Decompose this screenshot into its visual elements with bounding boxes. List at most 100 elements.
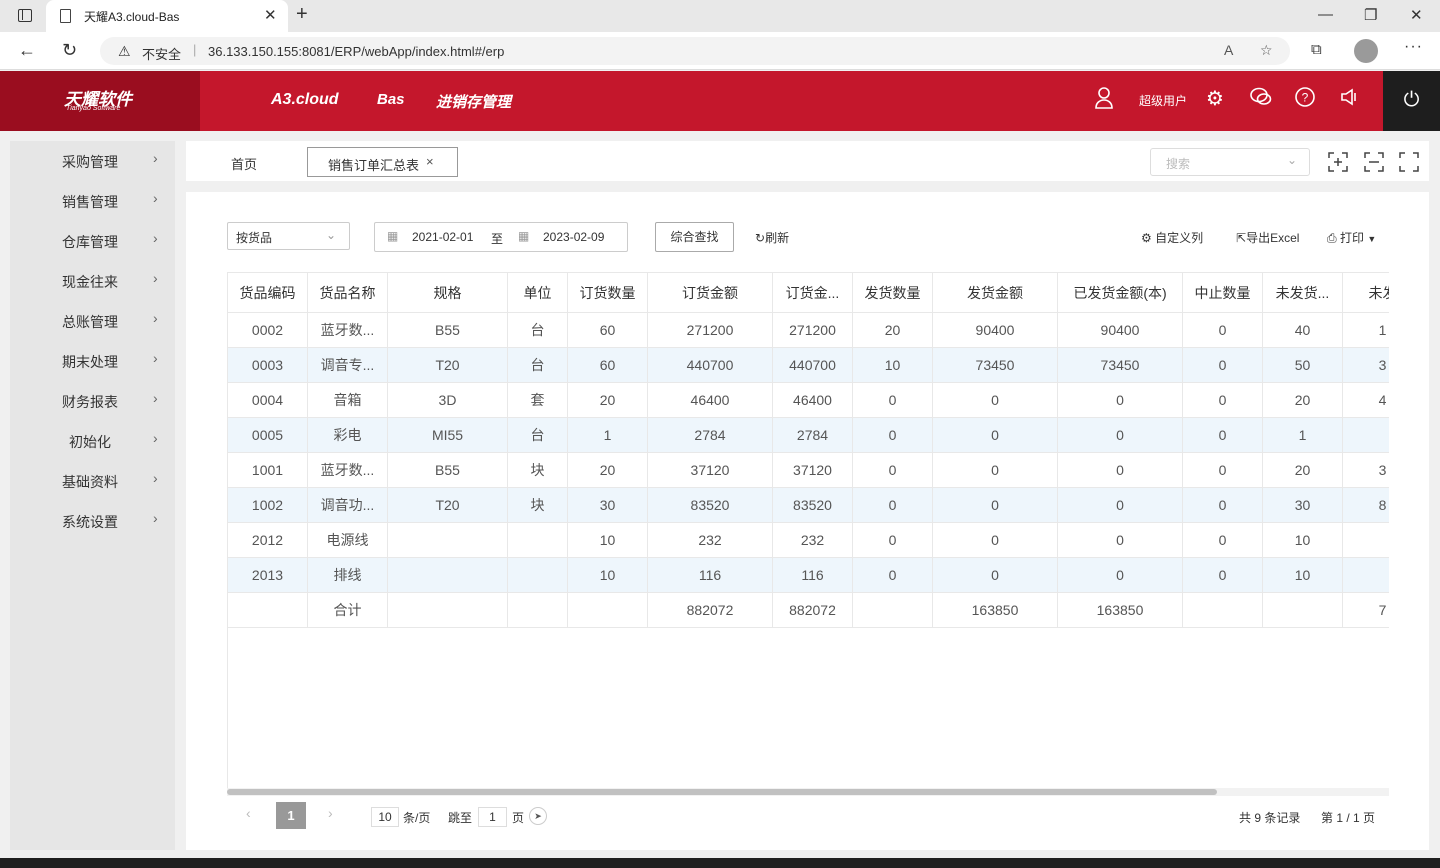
reload-icon[interactable]: ↻ — [62, 40, 77, 61]
more-menu-icon[interactable]: ··· — [1404, 38, 1423, 56]
read-aloud-icon[interactable]: A — [1224, 42, 1233, 58]
date-range-picker[interactable]: ▦ 2021-02-01 至 ▦ 2023-02-09 — [374, 222, 628, 252]
collections-icon[interactable]: ⧉ — [1311, 41, 1322, 58]
table-cell: 电源线 — [308, 523, 388, 557]
column-header[interactable]: 规格 — [388, 273, 508, 312]
table-cell: 0 — [1183, 558, 1263, 592]
table-cell: 0 — [1183, 453, 1263, 487]
insecure-label[interactable]: 不安全 — [142, 44, 181, 63]
chat-icon[interactable] — [1250, 87, 1272, 113]
table-cell: 调音专... — [308, 348, 388, 382]
minimize-icon[interactable]: — — [1318, 6, 1333, 23]
custom-columns-button[interactable]: ⚙ 自定义列 — [1141, 229, 1203, 246]
column-header[interactable]: 单位 — [508, 273, 568, 312]
svg-text:?: ? — [1302, 91, 1309, 105]
horizontal-scrollbar[interactable] — [227, 788, 1389, 796]
table-cell: T20 — [388, 348, 508, 382]
print-button[interactable]: ⎙ 打印 ▼ — [1327, 229, 1376, 246]
table-cell: 0 — [933, 488, 1058, 522]
close-icon[interactable]: × — [426, 154, 434, 169]
tab-home[interactable]: 首页 — [231, 154, 257, 173]
table-header-row: 货品编码 货品名称 规格 单位 订货数量 订货金额 订货金... 发货数量 发货金额 已发货金额(… — [228, 273, 1389, 313]
table-cell: 0 — [1183, 488, 1263, 522]
profile-avatar[interactable] — [1354, 39, 1378, 63]
tab-label: 销售订单汇总表 — [328, 158, 420, 173]
page-size-input[interactable]: 10 — [371, 807, 399, 827]
warning-icon[interactable]: ⚠ — [118, 43, 131, 60]
sidebar-item-init[interactable]: 初始化 › — [10, 421, 175, 461]
prev-page-icon[interactable]: ‹ — [246, 805, 251, 821]
column-header[interactable]: 未发货... — [1263, 273, 1343, 312]
url-divider: | — [193, 42, 197, 57]
add-frame-icon[interactable] — [1328, 152, 1348, 177]
sidebar-item-cash[interactable]: 现金往来 › — [10, 261, 175, 301]
sidebar-item-basic-data[interactable]: 基础资料 › — [10, 461, 175, 501]
column-header[interactable]: 订货数量 — [568, 273, 648, 312]
go-page-icon[interactable]: ➤ — [529, 807, 547, 825]
column-header[interactable]: 订货金... — [773, 273, 853, 312]
window-close-icon[interactable]: ✕ — [1410, 6, 1423, 24]
user-icon[interactable] — [1094, 87, 1114, 115]
browser-tab[interactable]: 天耀A3.cloud-Bas ✕ — [46, 0, 288, 32]
announcement-icon[interactable] — [1339, 87, 1359, 113]
menu-search-select[interactable]: 搜索 ⌄ — [1150, 148, 1310, 176]
new-tab-button[interactable]: + — [296, 3, 308, 26]
column-header[interactable]: 发货金额 — [933, 273, 1058, 312]
column-header[interactable]: 未发 — [1343, 273, 1390, 312]
fullscreen-icon[interactable] — [1399, 152, 1419, 177]
group-by-select[interactable]: 按货品 ⌄ — [227, 222, 350, 250]
restore-icon[interactable]: ❐ — [1364, 6, 1377, 24]
export-excel-button[interactable]: ⇱导出Excel — [1236, 229, 1299, 246]
sidebar-item-ledger[interactable]: 总账管理 › — [10, 301, 175, 341]
sidebar-item-period-end[interactable]: 期末处理 › — [10, 341, 175, 381]
sidebar-item-purchase[interactable]: 采购管理 › — [10, 141, 175, 181]
table-cell: 37120 — [648, 453, 773, 487]
jump-page-input[interactable]: 1 — [478, 807, 507, 827]
tab-actions-icon[interactable] — [18, 9, 32, 22]
table-row: 0003 调音专... T20 台 60 440700 440700 10 73450 73450… — [228, 348, 1389, 383]
brand-logo: 天耀软件 Tianyao Software — [0, 71, 200, 131]
column-header[interactable]: 中止数量 — [1183, 273, 1263, 312]
user-name[interactable]: 超级用户 — [1139, 92, 1187, 109]
nav-inventory[interactable]: 进销存管理 — [436, 91, 511, 112]
url-field[interactable]: ⚠ 不安全 | 36.133.150.155:8081/ERP/webApp/i… — [100, 37, 1290, 65]
sidebar-item-reports[interactable]: 财务报表 › — [10, 381, 175, 421]
refresh-button[interactable]: ↻刷新 — [755, 229, 789, 246]
url-text[interactable]: 36.133.150.155:8081/ERP/webApp/index.htm… — [208, 44, 504, 59]
column-header[interactable]: 发货数量 — [853, 273, 933, 312]
column-header[interactable]: 订货金额 — [648, 273, 773, 312]
favorite-star-icon[interactable]: ☆ — [1260, 42, 1273, 59]
sidebar-item-label: 系统设置 — [62, 514, 118, 530]
help-icon[interactable]: ? — [1295, 87, 1315, 113]
sidebar-item-system[interactable]: 系统设置 › — [10, 501, 175, 541]
caret-down-icon: ▼ — [1367, 234, 1377, 244]
sidebar-item-warehouse[interactable]: 仓库管理 › — [10, 221, 175, 261]
sidebar-item-sales[interactable]: 销售管理 › — [10, 181, 175, 221]
table-cell: 0 — [1183, 348, 1263, 382]
table-cell: 60 — [568, 348, 648, 382]
advanced-search-button[interactable]: 综合查找 — [655, 222, 734, 252]
column-header[interactable]: 货品名称 — [308, 273, 388, 312]
scrollbar-thumb[interactable] — [227, 789, 1217, 795]
table-cell — [1343, 523, 1389, 557]
date-from[interactable]: 2021-02-01 — [412, 230, 473, 244]
table-cell: 10 — [568, 523, 648, 557]
table-row: 1002 调音功... T20 块 30 83520 83520 0 0 0 0 30 8 — [228, 488, 1389, 523]
page-favicon-icon — [60, 9, 71, 23]
table-cell: 271200 — [773, 313, 853, 347]
column-header[interactable]: 货品编码 — [228, 273, 308, 312]
sidebar-item-label: 仓库管理 — [62, 234, 118, 250]
date-to[interactable]: 2023-02-09 — [543, 230, 604, 244]
power-icon[interactable]: ⏻ — [1383, 71, 1440, 131]
settings-gear-icon[interactable]: ⚙ — [1206, 87, 1224, 111]
nav-bas[interactable]: Bas — [377, 91, 405, 108]
fit-screen-icon[interactable] — [1364, 152, 1384, 177]
back-icon[interactable]: ← — [18, 40, 36, 61]
table-cell: 232 — [773, 523, 853, 557]
column-header[interactable]: 已发货金额(本) — [1058, 273, 1183, 312]
current-page-button[interactable]: 1 — [276, 802, 306, 829]
nav-a3cloud[interactable]: A3.cloud — [271, 91, 339, 109]
next-page-icon[interactable]: › — [328, 805, 333, 821]
close-tab-icon[interactable]: ✕ — [264, 6, 277, 24]
tab-sales-order-summary[interactable]: 销售订单汇总表 × — [307, 147, 458, 177]
